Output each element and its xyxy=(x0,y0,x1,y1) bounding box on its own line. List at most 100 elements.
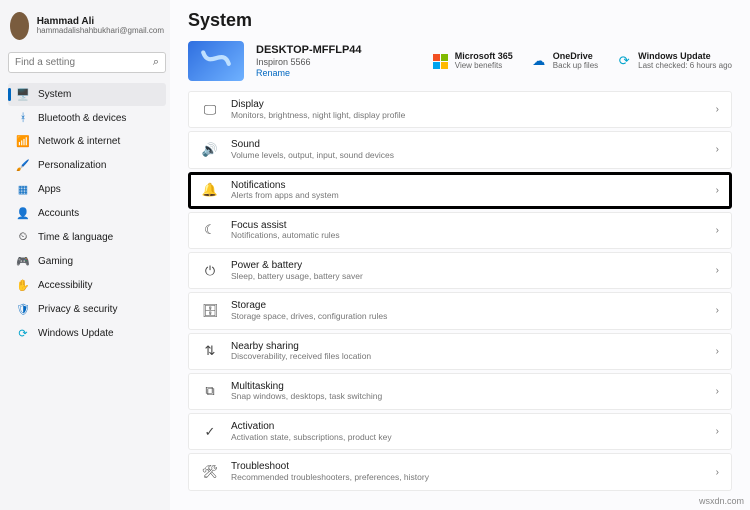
card-icon: ✓ xyxy=(201,424,219,440)
account-header[interactable]: Hammad Ali hammadalishahbukhari@gmail.co… xyxy=(8,8,166,50)
sidebar-item-accounts[interactable]: 👤 Accounts xyxy=(8,202,166,225)
card-subtitle: Recommended troubleshooters, preferences… xyxy=(231,473,429,483)
sidebar-item-system[interactable]: 🖥️ System xyxy=(8,83,166,106)
chevron-right-icon: › xyxy=(716,185,719,196)
avatar xyxy=(10,12,29,40)
search-input[interactable] xyxy=(15,57,153,68)
nav-icon: 👤 xyxy=(16,207,30,220)
nav-label: System xyxy=(38,89,71,100)
settings-card-sound[interactable]: 🔊SoundVolume levels, output, input, soun… xyxy=(188,131,732,168)
sidebar: Hammad Ali hammadalishahbukhari@gmail.co… xyxy=(0,0,170,510)
card-icon: 🗄 xyxy=(201,303,219,319)
card-title: Activation xyxy=(231,421,392,433)
card-subtitle: Snap windows, desktops, task switching xyxy=(231,392,382,402)
settings-card-notifications[interactable]: 🔔NotificationsAlerts from apps and syste… xyxy=(188,172,732,209)
sidebar-item-accessibility[interactable]: ✋ Accessibility xyxy=(8,274,166,297)
device-image xyxy=(188,41,244,81)
chevron-right-icon: › xyxy=(716,346,719,357)
watermark: wsxdn.com xyxy=(699,496,744,506)
chevron-right-icon: › xyxy=(716,265,719,276)
nav-icon: 🖌️ xyxy=(16,159,30,172)
sidebar-item-windows-update[interactable]: ⟳ Windows Update xyxy=(8,322,166,345)
chevron-right-icon: › xyxy=(716,386,719,397)
card-subtitle: Volume levels, output, input, sound devi… xyxy=(231,151,394,161)
card-subtitle: Storage space, drives, configuration rul… xyxy=(231,312,387,322)
status-windows-update[interactable]: ⟳ Windows UpdateLast checked: 6 hours ag… xyxy=(616,52,732,71)
nav-label: Accessibility xyxy=(38,280,92,291)
device-model: Inspiron 5566 xyxy=(256,57,362,68)
device-info: DESKTOP-MFFLP44 Inspiron 5566 Rename xyxy=(256,44,362,79)
nav-label: Time & language xyxy=(38,232,113,243)
nav-label: Network & internet xyxy=(38,136,120,147)
nav-label: Privacy & security xyxy=(38,304,117,315)
sidebar-item-personalization[interactable]: 🖌️ Personalization xyxy=(8,154,166,177)
nav-icon: ✋ xyxy=(16,279,30,292)
chevron-right-icon: › xyxy=(716,104,719,115)
nav-icon: 📶 xyxy=(16,135,30,148)
sidebar-item-network-internet[interactable]: 📶 Network & internet xyxy=(8,130,166,153)
nav-icon: ᚼ xyxy=(16,112,30,124)
sidebar-item-time-language[interactable]: ⏲ Time & language xyxy=(8,226,166,249)
card-subtitle: Monitors, brightness, night light, displ… xyxy=(231,111,405,121)
sidebar-item-privacy-security[interactable]: 🛡 Privacy & security xyxy=(8,298,166,321)
rename-link[interactable]: Rename xyxy=(256,68,362,79)
search-box[interactable]: ⌕ xyxy=(8,52,166,73)
card-icon: 🔔 xyxy=(201,182,219,198)
card-icon: ⇅ xyxy=(201,343,219,359)
nav-label: Bluetooth & devices xyxy=(38,113,126,124)
nav-icon: ▦ xyxy=(16,183,30,196)
nav-icon: ⏲ xyxy=(16,231,30,244)
nav-icon: ⟳ xyxy=(16,327,30,340)
settings-list: 🖵 DisplayMonitors, brightness, night ligh… xyxy=(188,91,732,491)
status-bar: Microsoft 365View benefits ☁ OneDriveBac… xyxy=(433,52,732,71)
card-subtitle: Activation state, subscriptions, product… xyxy=(231,433,392,443)
chevron-right-icon: › xyxy=(716,144,719,155)
page-title: System xyxy=(188,10,732,31)
user-text: Hammad Ali hammadalishahbukhari@gmail.co… xyxy=(37,16,164,36)
nav-icon: 🎮 xyxy=(16,255,30,268)
sidebar-item-bluetooth-devices[interactable]: ᚼ Bluetooth & devices xyxy=(8,107,166,129)
settings-card-troubleshoot[interactable]: 🛠TroubleshootRecommended troubleshooters… xyxy=(188,453,732,490)
sidebar-item-apps[interactable]: ▦ Apps xyxy=(8,178,166,201)
card-icon: ⏻ xyxy=(201,263,219,279)
card-title: Power & battery xyxy=(231,260,363,272)
card-subtitle: Discoverability, received files location xyxy=(231,352,371,362)
chevron-right-icon: › xyxy=(716,467,719,478)
settings-card-focus-assist[interactable]: ☾Focus assistNotifications, automatic ru… xyxy=(188,212,732,249)
nav-label: Apps xyxy=(38,184,61,195)
card-icon: 🖵 xyxy=(201,102,219,118)
chevron-right-icon: › xyxy=(716,426,719,437)
chevron-right-icon: › xyxy=(716,305,719,316)
settings-card-power-battery[interactable]: ⏻ Power & batterySleep, battery usage, ba… xyxy=(188,252,732,289)
nav-list: 🖥️ System ᚼ Bluetooth & devices 📶 Network & i… xyxy=(8,83,166,345)
settings-card-activation[interactable]: ✓ ActivationActivation state, subscriptio… xyxy=(188,413,732,450)
nav-label: Gaming xyxy=(38,256,73,267)
status-m365[interactable]: Microsoft 365View benefits xyxy=(433,52,513,71)
card-icon: ⧉ xyxy=(201,383,219,399)
card-subtitle: Sleep, battery usage, battery saver xyxy=(231,272,363,282)
main-panel: System DESKTOP-MFFLP44 Inspiron 5566 Ren… xyxy=(170,0,750,510)
sidebar-item-gaming[interactable]: 🎮 Gaming xyxy=(8,250,166,273)
nav-label: Accounts xyxy=(38,208,79,219)
settings-card-nearby-sharing[interactable]: ⇅Nearby sharingDiscoverability, received… xyxy=(188,333,732,370)
card-title: Display xyxy=(231,99,405,111)
nav-label: Personalization xyxy=(38,160,106,171)
nav-icon: 🛡 xyxy=(16,303,30,316)
settings-card-storage[interactable]: 🗄StorageStorage space, drives, configura… xyxy=(188,292,732,329)
search-icon: ⌕ xyxy=(153,56,159,69)
chevron-right-icon: › xyxy=(716,225,719,236)
settings-card-multitasking[interactable]: ⧉MultitaskingSnap windows, desktops, tas… xyxy=(188,373,732,410)
nav-icon: 🖥️ xyxy=(16,88,30,101)
card-subtitle: Alerts from apps and system xyxy=(231,191,339,201)
card-subtitle: Notifications, automatic rules xyxy=(231,231,340,241)
update-icon: ⟳ xyxy=(616,53,632,69)
device-name: DESKTOP-MFFLP44 xyxy=(256,44,362,57)
card-icon: 🛠 xyxy=(201,464,219,480)
status-onedrive[interactable]: ☁ OneDriveBack up files xyxy=(531,52,598,71)
nav-label: Windows Update xyxy=(38,328,114,339)
settings-card-display[interactable]: 🖵 DisplayMonitors, brightness, night ligh… xyxy=(188,91,732,128)
device-header: DESKTOP-MFFLP44 Inspiron 5566 Rename Mic… xyxy=(188,41,732,81)
onedrive-icon: ☁ xyxy=(531,53,547,69)
user-email: hammadalishahbukhari@gmail.com xyxy=(37,27,164,36)
microsoft-icon xyxy=(433,53,449,69)
